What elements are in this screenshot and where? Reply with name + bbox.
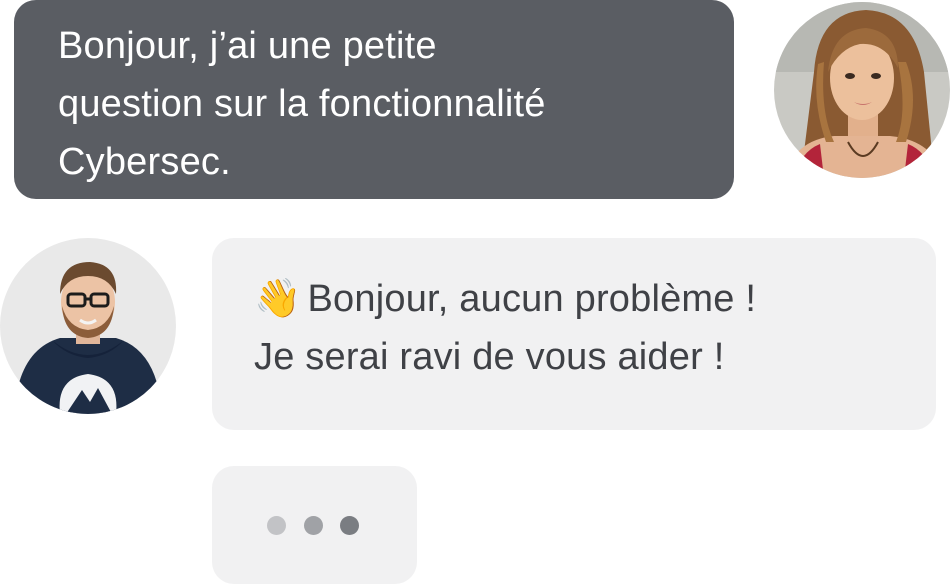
typing-dot-icon <box>340 516 359 535</box>
agent-message-line: Je serai ravi de vous aider ! <box>254 336 725 378</box>
user-message-line: question sur la fonctionnalité <box>58 83 546 125</box>
agent-avatar-image <box>0 238 176 414</box>
typing-dot-icon <box>267 516 286 535</box>
agent-avatar <box>0 238 176 414</box>
user-avatar <box>774 2 950 178</box>
typing-indicator <box>212 466 417 584</box>
user-message-bubble: Bonjour, j’ai une petite question sur la… <box>14 0 734 199</box>
user-message-line: Cybersec. <box>58 141 231 183</box>
typing-dot-icon <box>304 516 323 535</box>
agent-message-text: Bonjour, aucun problème ! <box>307 278 757 320</box>
waving-hand-icon: 👋 <box>254 278 302 320</box>
agent-message-line: 👋 Bonjour, aucun problème ! <box>254 270 896 328</box>
user-avatar-image <box>774 2 950 178</box>
agent-message-bubble: 👋 Bonjour, aucun problème ! Je serai ravi… <box>212 238 936 430</box>
user-message-line: Bonjour, j’ai une petite <box>58 25 437 67</box>
